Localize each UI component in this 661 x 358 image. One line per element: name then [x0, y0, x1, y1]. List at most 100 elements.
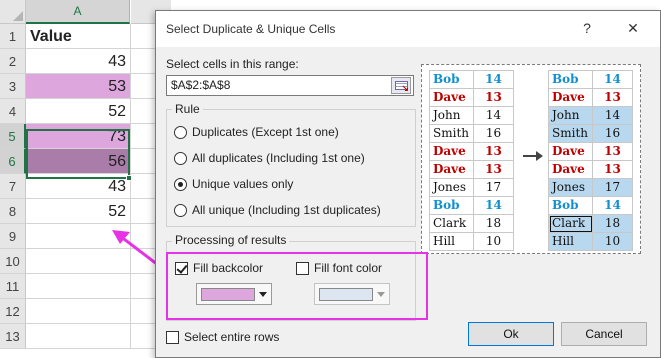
row-header[interactable]: 12 [0, 299, 26, 324]
illustration-value: 14 [473, 196, 514, 215]
cell-a[interactable]: 73 [26, 124, 131, 149]
illustration-row: Smith 16 [548, 124, 633, 143]
illustration-name: Smith [429, 124, 474, 143]
sheet-row: 12 [0, 299, 161, 324]
cell-a[interactable] [26, 249, 131, 274]
sheet-row: 6 56 [0, 149, 161, 174]
rule-option[interactable]: All duplicates (Including 1st one) [174, 149, 365, 167]
arrow-right-head-icon [536, 151, 543, 161]
illustration-row: Bob 14 [548, 196, 633, 215]
rule-option[interactable]: All unique (Including 1st duplicates) [174, 201, 381, 219]
select-all-triangle-icon [13, 11, 23, 21]
illustration-value: 16 [473, 124, 514, 143]
illustration-value: 13 [592, 142, 633, 161]
illustration-value: 14 [473, 70, 514, 89]
arrow-right-icon [523, 155, 537, 157]
processing-group-title: Processing of results [172, 233, 290, 247]
sheet-row: 10 [0, 249, 161, 274]
row-header[interactable]: 9 [0, 224, 26, 249]
rule-option[interactable]: Duplicates (Except 1st one) [174, 123, 339, 141]
illustration-name: Jones [548, 178, 593, 197]
fill-font-color-checkbox[interactable]: Fill font color [296, 260, 382, 276]
illustration-name: John [429, 106, 474, 125]
ok-button[interactable]: Ok [468, 322, 554, 346]
dialog-titlebar[interactable]: Select Duplicate & Unique Cells ? ✕ [156, 11, 660, 47]
row-header[interactable]: 6 [0, 149, 26, 174]
illustration-name: Bob [548, 70, 593, 89]
cell-a[interactable] [26, 224, 131, 249]
sheet-row: 13 [0, 324, 161, 349]
dialog-title: Select Duplicate & Unique Cells [166, 22, 336, 36]
row-header[interactable]: 2 [0, 49, 26, 74]
row-header[interactable]: 11 [0, 274, 26, 299]
cell-a[interactable] [26, 274, 131, 299]
illustration-value: 14 [473, 106, 514, 125]
sheet-row: 1 Value [0, 24, 161, 49]
font-color-picker[interactable] [314, 283, 390, 305]
fill-font-color-check-icon[interactable] [296, 261, 309, 275]
fill-handle[interactable] [126, 175, 132, 181]
cell-a[interactable]: Value [26, 24, 131, 49]
row-header[interactable]: 13 [0, 324, 26, 349]
illustration-value: 13 [473, 142, 514, 161]
illustration-row: Bob 14 [429, 196, 514, 215]
backcolor-picker[interactable] [196, 283, 272, 305]
column-header-a[interactable]: A [26, 0, 130, 24]
illustration-value: 10 [592, 232, 633, 251]
sheet-row: 9 [0, 224, 161, 249]
row-header[interactable]: 5 [0, 124, 26, 149]
illustration-row: Bob 14 [429, 70, 514, 89]
range-select-button[interactable]: ↘ [391, 77, 411, 94]
rule-option-label: All unique (Including 1st duplicates) [192, 203, 381, 217]
illustration-value: 14 [592, 70, 633, 89]
range-label: Select cells in this range: [166, 57, 299, 71]
range-arrow-icon: ↘ [401, 83, 409, 93]
illustration-name: Jones [429, 178, 474, 197]
row-header[interactable]: 7 [0, 174, 26, 199]
radio-button-icon[interactable] [174, 203, 187, 217]
illustration-row: Dave 13 [548, 88, 633, 107]
sheet-row: 8 52 [0, 199, 161, 224]
cell-a[interactable]: 43 [26, 174, 131, 199]
cell-a[interactable] [26, 324, 131, 349]
cell-a[interactable]: 52 [26, 99, 131, 124]
illustration-name: Dave [429, 142, 474, 161]
close-button[interactable]: ✕ [622, 17, 644, 39]
cell-a[interactable]: 52 [26, 199, 131, 224]
rule-group-title: Rule [172, 102, 203, 116]
illustration-row: Clark 18 [548, 214, 633, 233]
row-header[interactable]: 4 [0, 99, 26, 124]
illustration-row: Dave 13 [548, 160, 633, 179]
row-header[interactable]: 8 [0, 199, 26, 224]
illustration-name: Hill [429, 232, 474, 251]
select-all-corner[interactable] [0, 0, 26, 24]
row-header[interactable]: 10 [0, 249, 26, 274]
help-button[interactable]: ? [576, 17, 598, 39]
rule-option-label: All duplicates (Including 1st one) [192, 151, 365, 165]
cell-a[interactable]: 43 [26, 49, 131, 74]
row-header[interactable]: 1 [0, 24, 26, 49]
rule-option[interactable]: Unique values only [174, 175, 293, 193]
fill-backcolor-label: Fill backcolor [193, 261, 264, 275]
fill-backcolor-checkbox[interactable]: Fill backcolor [175, 260, 263, 276]
sheet-row: 4 52 [0, 99, 161, 124]
cell-a[interactable]: 56 [26, 149, 131, 174]
radio-button-icon[interactable] [174, 151, 187, 165]
illustration-value: 17 [473, 178, 514, 197]
select-entire-rows-checkbox[interactable]: Select entire rows [166, 329, 279, 345]
select-entire-rows-check-icon[interactable] [166, 330, 179, 344]
range-input[interactable]: $A$2:$A$8 [166, 75, 414, 96]
spreadsheet: A 1 Value 2 43 3 53 4 52 5 73 6 56 7 43 8 52 9 10 11 12 13 [0, 0, 171, 358]
cell-a[interactable]: 53 [26, 74, 131, 99]
cell-a[interactable] [26, 299, 131, 324]
illustration-value: 14 [592, 106, 633, 125]
radio-button-icon[interactable] [174, 177, 187, 191]
radio-button-icon[interactable] [174, 125, 187, 139]
backcolor-swatch [201, 288, 255, 301]
illustration-row: Dave 13 [429, 160, 514, 179]
cancel-button[interactable]: Cancel [561, 322, 647, 346]
illustration-name: Bob [548, 196, 593, 215]
illustration-value: 13 [592, 160, 633, 179]
fill-backcolor-check-icon[interactable] [175, 261, 188, 275]
row-header[interactable]: 3 [0, 74, 26, 99]
